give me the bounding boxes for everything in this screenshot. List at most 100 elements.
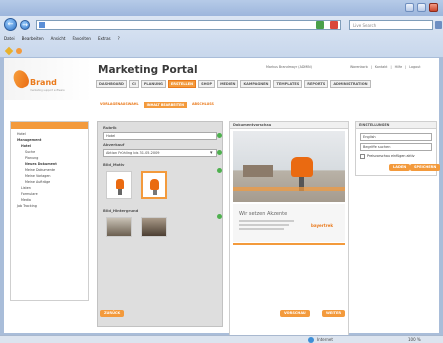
favorites-star-icon[interactable]	[4, 46, 14, 56]
portal-header: Brand marketing support software Marketi…	[4, 58, 439, 100]
preview-text-area: Wir setzen Akzente bayertrek	[233, 204, 345, 242]
maximize-button[interactable]	[417, 3, 426, 12]
tab-administration[interactable]: ADMINISTRATION	[330, 80, 371, 88]
logo-area: Brand marketing support software	[4, 58, 92, 100]
back-icon[interactable]: ←	[4, 18, 17, 31]
menu-help[interactable]: ?	[118, 36, 120, 44]
brand-logo-icon	[10, 67, 32, 91]
settings-panel: EINSTELLUNGEN English Begriffe suchen Pr…	[355, 121, 441, 176]
terms-search-input[interactable]: Begriffe suchen	[360, 143, 432, 151]
preview-checkbox[interactable]	[360, 154, 365, 159]
search-icon[interactable]	[435, 21, 442, 29]
main-tabs: DASHBOARD CI PLANUNG ERSTELLEN SHOP MEDI…	[96, 80, 371, 88]
section-input[interactable]: Hotel	[103, 132, 217, 140]
favorites-bar	[4, 46, 26, 56]
tab-shop[interactable]: SHOP	[198, 80, 216, 88]
link-contact[interactable]: Kontakt	[375, 65, 388, 69]
image-thumbnail-chair[interactable]	[106, 171, 132, 199]
address-bar[interactable]	[36, 20, 341, 30]
tab-reports[interactable]: REPORTS	[304, 80, 329, 88]
tab-medien[interactable]: MEDIEN	[217, 80, 239, 88]
link-help[interactable]: Hilfe	[395, 65, 403, 69]
stop-icon[interactable]	[330, 21, 338, 29]
user-name: Markus Brandmayr (ADMIN)	[266, 65, 312, 69]
subtab-finish[interactable]: ABSCHLUSS	[192, 102, 214, 108]
sidebar-item-hotel[interactable]: Hotel	[17, 132, 26, 136]
sidebar-item-media[interactable]: Media	[21, 198, 31, 202]
valid-check-icon-4	[217, 214, 222, 219]
valid-check-icon-3	[217, 168, 222, 173]
offer-select[interactable]: Aktion Frühling bis 31.05.2009	[103, 149, 217, 157]
settings-heading: EINSTELLUNGEN	[356, 122, 436, 129]
image-group-label-1: Bild_Motiv	[103, 163, 125, 167]
menu-file[interactable]: Datei	[4, 36, 15, 44]
web-page: Brand marketing support software Marketi…	[4, 58, 441, 343]
status-bar: Internet 100 %	[0, 335, 443, 343]
internet-zone-icon	[308, 337, 314, 343]
next-button[interactable]: WEITER	[322, 310, 346, 317]
close-button[interactable]	[429, 3, 438, 12]
menu-view[interactable]: Ansicht	[51, 36, 66, 44]
section-label: Rubrik	[103, 126, 117, 130]
sidebar-item-listen[interactable]: Listen	[21, 186, 31, 190]
brand-tagline: marketing support software	[30, 89, 65, 92]
load-button[interactable]: LADEN	[389, 164, 411, 171]
background-thumbnail-2[interactable]	[141, 217, 167, 237]
search-input[interactable]: Live Search	[349, 20, 433, 30]
language-select[interactable]: English	[360, 133, 432, 141]
image-thumbnail-chair-selected[interactable]	[141, 171, 167, 199]
preview-footer-brand: bayertrek	[311, 223, 333, 228]
image-group-label-2: Bild_Hintergrund	[103, 209, 139, 213]
site-favicon	[16, 48, 22, 54]
tab-templates[interactable]: TEMPLATES	[273, 80, 303, 88]
browser-chrome: ← → Live Search Datei Bearbeiten Ansicht…	[0, 0, 443, 57]
sidebar-header	[11, 122, 88, 129]
sub-tabs: VORLAGENAUSWAHL INHALT BEARBEITEN ABSCHL…	[100, 102, 214, 108]
back-button[interactable]: ZURÜCK	[100, 310, 125, 317]
menu-edit[interactable]: Bearbeiten	[22, 36, 44, 44]
sidebar-item-formulare[interactable]: Formulare	[21, 192, 38, 196]
sidebar-item-meine-dokumente[interactable]: Meine Dokumente	[25, 168, 55, 172]
valid-check-icon-2	[217, 150, 222, 155]
link-cart[interactable]: Warenkorb	[350, 65, 368, 69]
preview-checkbox-label: Preisvorschau einfügen aktiv	[367, 154, 415, 158]
sidebar-item-job-tracking[interactable]: Job Tracking	[17, 204, 37, 208]
subtab-template-selection[interactable]: VORLAGENAUSWAHL	[100, 102, 139, 108]
page-icon	[39, 22, 45, 28]
status-zone: Internet	[317, 337, 333, 342]
background-thumbnail-1[interactable]	[106, 217, 132, 237]
zoom-level[interactable]: 100 %	[408, 337, 421, 342]
valid-check-icon	[217, 133, 222, 138]
save-button[interactable]: SPEICHERN	[410, 164, 441, 171]
preview-button[interactable]: VORSCHAU	[280, 310, 310, 317]
utility-links: Warenkorb | Kontakt | Hilfe | Logout	[350, 65, 421, 69]
link-logout[interactable]: Logout	[409, 65, 420, 69]
forward-icon[interactable]: →	[20, 20, 30, 30]
tab-kampagnen[interactable]: KAMPAGNEN	[240, 80, 272, 88]
sidebar-item-meine-vorlagen[interactable]: Meine Vorlagen	[25, 174, 50, 178]
sidebar-item-neues-dokument[interactable]: Neues Dokument	[25, 162, 57, 166]
sidebar-item-planung[interactable]: Planung	[25, 156, 38, 160]
content-form: Rubrik Hotel Abverkauf Aktion Frühling b…	[97, 121, 223, 327]
tab-ci[interactable]: CI	[128, 80, 139, 88]
preview-image	[233, 131, 345, 202]
page-title: Marketing Portal	[98, 64, 198, 76]
menu-extras[interactable]: Extras	[98, 36, 111, 44]
subtab-edit-content[interactable]: INHALT BEARBEITEN	[143, 102, 187, 108]
preview-footer-rule	[233, 243, 345, 245]
sidebar-tree: Hotel Management Hotel Suche Planung Neu…	[10, 121, 89, 301]
tab-erstellen[interactable]: ERSTELLEN	[167, 80, 197, 88]
minimize-button[interactable]	[405, 3, 414, 12]
sidebar-item-meine-auftraege[interactable]: Meine Aufträge	[25, 180, 50, 184]
sidebar-item-suche[interactable]: Suche	[25, 150, 35, 154]
tab-dashboard[interactable]: DASHBOARD	[96, 80, 127, 88]
refresh-icon[interactable]	[316, 21, 324, 29]
menu-favorites[interactable]: Favoriten	[72, 36, 91, 44]
brand-name: Brand	[30, 78, 57, 87]
sidebar-item-hotel-sub[interactable]: Hotel	[21, 144, 31, 148]
tab-planung[interactable]: PLANUNG	[140, 80, 166, 88]
dropdown-chevron-icon[interactable]: ▾	[210, 150, 213, 156]
offer-label: Abverkauf	[103, 143, 125, 147]
preview-heading: Dokumentvorschau	[230, 122, 348, 129]
sidebar-item-management[interactable]: Management	[17, 138, 41, 142]
